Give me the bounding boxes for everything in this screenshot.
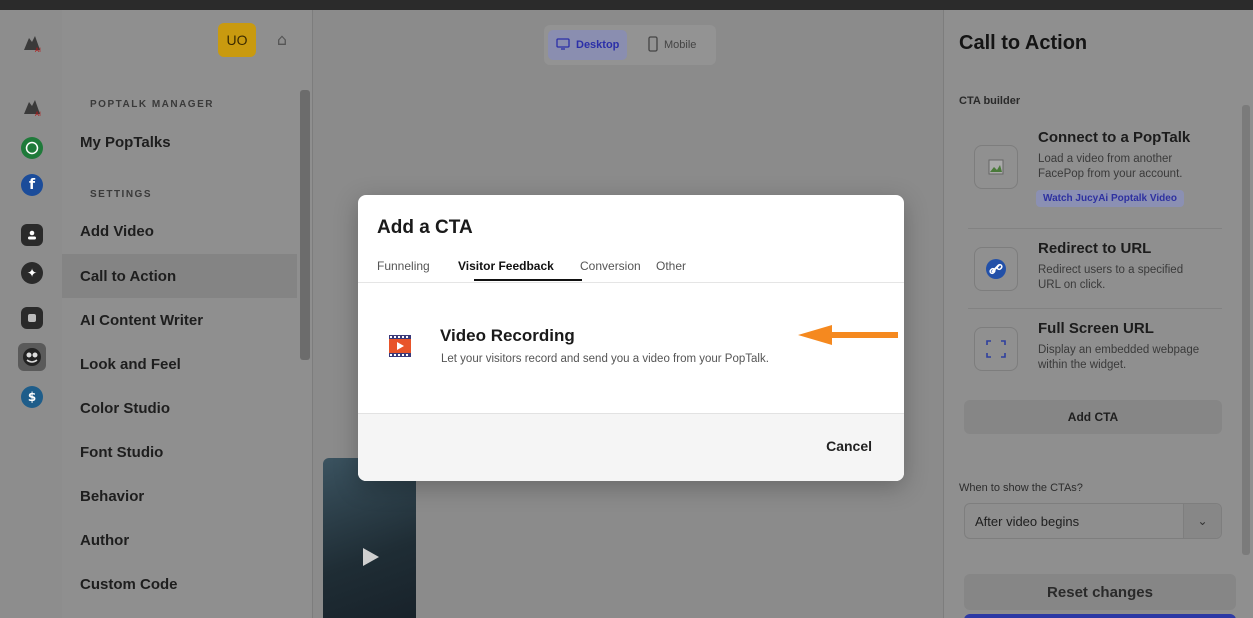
- add-cta-modal: Add a CTA Funneling Visitor Feedback Con…: [358, 195, 904, 481]
- svg-text:AI: AI: [35, 111, 41, 118]
- ai-sparkle-icon[interactable]: ✦: [21, 262, 43, 284]
- option-title: Video Recording: [440, 326, 575, 345]
- settings-sidebar: UO ⌂ POPTALK MANAGER My PopTalks SETTING…: [62, 10, 313, 618]
- brand-logo-icon[interactable]: AI: [21, 96, 43, 118]
- desktop-label: Desktop: [576, 39, 620, 51]
- cartoon-avatar-icon[interactable]: [18, 343, 46, 371]
- app-icon-rail: AI AI f ✦ $: [0, 10, 62, 618]
- video-preview-thumbnail[interactable]: [323, 458, 416, 618]
- broken-image-icon: [974, 145, 1018, 189]
- sidebar-item-add-video[interactable]: Add Video: [62, 209, 297, 253]
- watch-video-button[interactable]: Watch JucyAi Poptalk Video: [1036, 190, 1184, 207]
- avatar[interactable]: UO: [218, 23, 256, 57]
- contact-icon[interactable]: [21, 224, 43, 246]
- save-button[interactable]: [964, 614, 1236, 618]
- reset-changes-button[interactable]: Reset changes: [964, 574, 1236, 610]
- mobile-view-button[interactable]: Mobile: [640, 30, 704, 60]
- chevron-down-icon[interactable]: ⌄: [1183, 504, 1221, 538]
- tab-other[interactable]: Other: [656, 259, 686, 273]
- sidebar-item-my-poptalks[interactable]: My PopTalks: [62, 120, 297, 164]
- dollar-icon[interactable]: $: [21, 386, 43, 408]
- divider: [358, 282, 904, 283]
- when-to-show-label: When to show the CTAs?: [959, 482, 1083, 494]
- sidebar-scroll-thumb[interactable]: [300, 90, 310, 360]
- video-recording-icon: [389, 333, 411, 359]
- sidebar-item-ai-content-writer[interactable]: AI Content Writer: [62, 298, 297, 342]
- when-to-show-select[interactable]: After video begins ⌄: [964, 503, 1222, 539]
- option-description: Let your visitors record and send you a …: [441, 353, 769, 365]
- cta-panel: Call to Action CTA builder Connect to a …: [943, 10, 1253, 618]
- facebook-icon[interactable]: f: [21, 174, 43, 196]
- modal-title: Add a CTA: [377, 217, 473, 238]
- sidebar-item-custom-code[interactable]: Custom Code: [62, 562, 297, 606]
- cta-card-redirect-url[interactable]: Redirect to URL Redirect users to a spec…: [968, 235, 1222, 305]
- divider: [968, 228, 1222, 229]
- window-top-bar: [0, 0, 1253, 10]
- device-toggle: Desktop Mobile: [544, 25, 716, 65]
- sidebar-item-color-studio[interactable]: Color Studio: [62, 386, 297, 430]
- mobile-icon: [648, 35, 658, 55]
- cancel-button[interactable]: Cancel: [826, 438, 872, 454]
- sidebar-item-behavior[interactable]: Behavior: [62, 474, 297, 518]
- select-value: After video begins: [975, 514, 1080, 529]
- cta-title: Connect to a PopTalk: [1038, 129, 1191, 146]
- modal-footer: Cancel: [358, 413, 904, 481]
- sidebar-header: UO ⌂: [62, 10, 312, 70]
- active-tab-indicator: [474, 279, 582, 281]
- sidebar-item-look-and-feel[interactable]: Look and Feel: [62, 342, 297, 386]
- divider: [968, 308, 1222, 309]
- home-icon[interactable]: ⌂: [272, 30, 292, 50]
- add-cta-button[interactable]: Add CTA: [964, 400, 1222, 434]
- mobile-label: Mobile: [664, 39, 697, 51]
- tab-visitor-feedback[interactable]: Visitor Feedback: [458, 259, 554, 273]
- cta-title: Redirect to URL: [1038, 240, 1152, 257]
- section-label-settings: SETTINGS: [90, 189, 153, 200]
- sidebar-item-font-studio[interactable]: Font Studio: [62, 430, 297, 474]
- desktop-icon: [556, 37, 570, 53]
- panel-title: Call to Action: [959, 32, 1088, 54]
- fullscreen-icon: [974, 327, 1018, 371]
- tab-funneling[interactable]: Funneling: [377, 259, 430, 273]
- sidebar-item-call-to-action[interactable]: Call to Action: [62, 254, 297, 298]
- tab-conversion[interactable]: Conversion: [580, 259, 641, 273]
- cta-builder-label: CTA builder: [959, 95, 1021, 107]
- svg-text:AI: AI: [35, 47, 41, 54]
- cta-description: Load a video from another FacePop from y…: [1038, 153, 1183, 180]
- brand-logo-icon[interactable]: AI: [21, 32, 43, 54]
- chat-icon[interactable]: [21, 307, 43, 329]
- cta-card-connect-poptalk[interactable]: Connect to a PopTalk Load a video from a…: [968, 125, 1222, 225]
- cta-card-fullscreen-url[interactable]: Full Screen URL Display an embedded webp…: [968, 315, 1222, 390]
- sidebar-item-author[interactable]: Author: [62, 518, 297, 562]
- cta-description: Redirect users to a specified URL on cli…: [1038, 264, 1184, 291]
- annotation-arrow-icon: [798, 323, 898, 352]
- panel-scroll-thumb[interactable]: [1242, 105, 1250, 555]
- desktop-view-button[interactable]: Desktop: [548, 30, 628, 60]
- cta-title: Full Screen URL: [1038, 320, 1154, 337]
- cta-description: Display an embedded webpage within the w…: [1038, 344, 1200, 371]
- whatsapp-icon[interactable]: [21, 137, 43, 159]
- section-label-manager: POPTALK MANAGER: [90, 99, 214, 110]
- link-icon: [974, 247, 1018, 291]
- play-icon[interactable]: [363, 548, 379, 566]
